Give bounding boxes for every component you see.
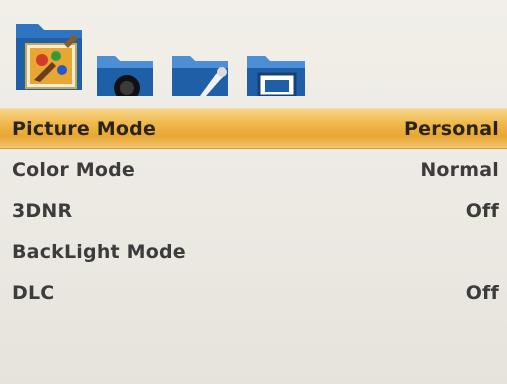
picture-palette-icon (16, 24, 82, 90)
menu-item-dlc[interactable]: DLC Off (0, 272, 507, 313)
tab-picture[interactable] (12, 14, 90, 94)
sound-speaker-icon (97, 56, 153, 96)
tab-sound[interactable] (95, 50, 157, 96)
menu-item-label: BackLight Mode (12, 240, 186, 263)
tab-tools[interactable] (170, 50, 232, 96)
osd-screen: Picture Mode Personal Color Mode Normal … (0, 0, 507, 384)
tab-screen[interactable] (245, 50, 309, 96)
menu-item-backlight-mode[interactable]: BackLight Mode (0, 231, 507, 272)
picture-settings-menu: Picture Mode Personal Color Mode Normal … (0, 108, 507, 313)
menu-item-value: Off (465, 281, 499, 304)
menu-item-color-mode[interactable]: Color Mode Normal (0, 149, 507, 190)
menu-item-value: Normal (420, 158, 499, 181)
menu-item-label: Color Mode (12, 158, 135, 181)
menu-item-label: 3DNR (12, 199, 73, 222)
menu-item-label: DLC (12, 281, 55, 304)
menu-item-label: Picture Mode (12, 117, 157, 140)
menu-item-value: Off (465, 199, 499, 222)
menu-item-value: Personal (403, 117, 499, 140)
menu-item-3dnr[interactable]: 3DNR Off (0, 190, 507, 231)
menu-item-picture-mode[interactable]: Picture Mode Personal (0, 108, 507, 149)
tools-wrench-icon (172, 56, 228, 96)
screen-monitor-icon (247, 56, 305, 96)
menu-tab-bar (0, 0, 507, 102)
